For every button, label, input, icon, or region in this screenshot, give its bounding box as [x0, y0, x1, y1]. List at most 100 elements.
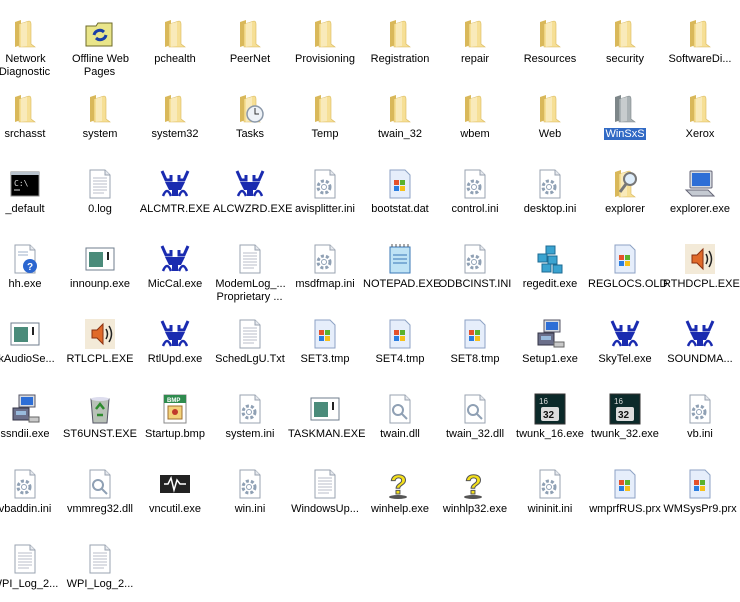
file-item-label: Provisioning — [287, 53, 363, 66]
file-item-name: twain_32.dll — [445, 428, 505, 440]
speaker-icon — [84, 318, 116, 350]
file-item[interactable]: Offline Web Pages — [62, 0, 138, 78]
file-item[interactable]: wbem — [437, 75, 513, 147]
file-item[interactable]: WMSysPr9.prx — [662, 450, 738, 522]
file-item[interactable]: vncutil.exe — [137, 450, 213, 522]
file-item[interactable]: Setup1.exe — [512, 300, 588, 372]
file-item[interactable]: Resources — [512, 0, 588, 72]
file-item[interactable]: SoftwareDi... — [662, 0, 738, 72]
file-item[interactable]: SET3.tmp — [287, 300, 363, 372]
file-item[interactable]: msdfmap.ini — [287, 225, 363, 297]
file-item[interactable]: system.ini — [212, 375, 288, 447]
file-item[interactable]: Network Diagnostic — [0, 0, 63, 78]
speaker-icon — [684, 243, 716, 275]
file-item[interactable]: ALCWZRD.EXE — [212, 150, 292, 222]
file-item[interactable]: explorer — [587, 150, 663, 222]
file-item-label: TASKMAN.EXE — [287, 428, 365, 441]
file-item[interactable]: system32 — [137, 75, 213, 147]
file-item[interactable]: ? winhelp.exe — [362, 450, 438, 522]
file-item[interactable]: SOUNDMA... — [662, 300, 738, 372]
file-item[interactable]: security — [587, 0, 663, 72]
file-item[interactable]: bootstat.dat — [362, 150, 438, 222]
file-item[interactable]: desktop.ini — [512, 150, 588, 222]
file-item[interactable]: system — [62, 75, 138, 147]
file-item-label: PeerNet — [212, 53, 288, 66]
file-item-label: twain_32.dll — [437, 428, 513, 441]
file-item-label: WPI_Log_2... — [0, 578, 63, 591]
file-item[interactable]: NOTEPAD.EXE — [362, 225, 440, 297]
file-item[interactable]: REGLOCS.OLD — [587, 225, 667, 297]
file-item-label: system.ini — [212, 428, 288, 441]
file-item[interactable]: SET8.tmp — [437, 300, 513, 372]
file-item[interactable]: ModemLog_... Proprietary ... — [212, 225, 288, 303]
file-item-label: Registration — [362, 53, 438, 66]
file-item[interactable]: wmprfRUS.prx — [587, 450, 663, 522]
file-item-label: SoftwareDi... — [662, 53, 738, 66]
file-item[interactable]: RTHDCPL.EXE — [662, 225, 740, 297]
file-item[interactable]: twain_32 — [362, 75, 438, 147]
file-item[interactable]: Xerox — [662, 75, 738, 147]
file-item[interactable]: vmmreg32.dll — [62, 450, 138, 522]
file-item[interactable]: srchasst — [0, 75, 63, 147]
file-item[interactable]: WPI_Log_2... — [0, 525, 63, 597]
file-item[interactable]: twain.dll — [362, 375, 438, 447]
file-item[interactable]: SkyTel.exe — [587, 300, 663, 372]
file-item[interactable]: ST6UNST.EXE — [62, 375, 138, 447]
config-file-icon — [459, 243, 491, 275]
file-item-name: system — [82, 128, 118, 140]
file-item[interactable]: explorer.exe — [662, 150, 738, 222]
file-item[interactable]: SET4.tmp — [362, 300, 438, 372]
file-item[interactable]: vbaddin.ini — [0, 450, 63, 522]
file-item-label: twain.dll — [362, 428, 438, 441]
file-item[interactable]: innounp.exe — [62, 225, 138, 297]
file-item[interactable]: wininit.ini — [512, 450, 588, 522]
file-item[interactable]: WindowsUp... — [287, 450, 363, 522]
file-item[interactable]: win.ini — [212, 450, 288, 522]
file-item[interactable]: WinSxS — [587, 75, 663, 147]
file-item[interactable]: 0.log — [62, 150, 138, 222]
file-item[interactable]: Tasks — [212, 75, 288, 147]
file-item[interactable]: RTLCPL.EXE — [62, 300, 138, 372]
config-file-icon — [459, 168, 491, 200]
file-item[interactable]: Temp — [287, 75, 363, 147]
file-item[interactable]: ? winhlp32.exe — [437, 450, 513, 522]
file-item-label: RTHDCPL.EXE — [662, 278, 740, 291]
file-item-name: bootstat.dat — [371, 203, 429, 215]
file-item[interactable]: Registration — [362, 0, 438, 72]
file-item[interactable]: repair — [437, 0, 513, 72]
file-item-name: Registration — [370, 53, 430, 65]
file-item[interactable]: ssndii.exe — [0, 375, 63, 447]
file-item[interactable]: ALCMTR.EXE — [137, 150, 213, 222]
file-item[interactable]: 16 32 twunk_32.exe — [587, 375, 663, 447]
file-item-name: winhlp32.exe — [442, 503, 508, 515]
setup-icon — [9, 393, 41, 425]
file-item[interactable]: vb.ini — [662, 375, 738, 447]
file-item-label: tkAudioSe... — [0, 353, 63, 366]
file-item[interactable]: SchedLgU.Txt — [212, 300, 288, 372]
file-item[interactable]: pchealth — [137, 0, 213, 72]
file-item[interactable]: Web — [512, 75, 588, 147]
file-item-label: explorer — [587, 203, 663, 216]
file-item[interactable]: avisplitter.ini — [287, 150, 363, 222]
file-item[interactable]: RtlUpd.exe — [137, 300, 213, 372]
file-item[interactable]: C:\ _default — [0, 150, 63, 222]
file-item[interactable]: tkAudioSe... — [0, 300, 63, 372]
file-item[interactable]: regedit.exe — [512, 225, 588, 297]
file-item[interactable]: Provisioning — [287, 0, 363, 72]
file-item-label: control.ini — [437, 203, 513, 216]
file-item[interactable]: control.ini — [437, 150, 513, 222]
file-item[interactable]: TASKMAN.EXE — [287, 375, 365, 447]
file-item[interactable]: MicCal.exe — [137, 225, 213, 297]
file-item-name: REGLOCS.OLD — [588, 278, 668, 290]
file-item-name: SchedLgU.Txt — [215, 353, 285, 365]
file-item[interactable]: BMP Startup.bmp — [137, 375, 213, 447]
config-file-icon — [309, 168, 341, 200]
file-item-label: Setup1.exe — [512, 353, 588, 366]
file-item[interactable]: ? hh.exe — [0, 225, 63, 297]
file-item[interactable]: twain_32.dll — [437, 375, 513, 447]
file-item[interactable]: WPI_Log_2... — [62, 525, 138, 597]
file-item[interactable]: 16 32 twunk_16.exe — [512, 375, 588, 447]
file-item[interactable]: ODBCINST.INI — [437, 225, 513, 297]
file-item[interactable]: PeerNet — [212, 0, 288, 72]
windows-file-icon — [384, 168, 416, 200]
